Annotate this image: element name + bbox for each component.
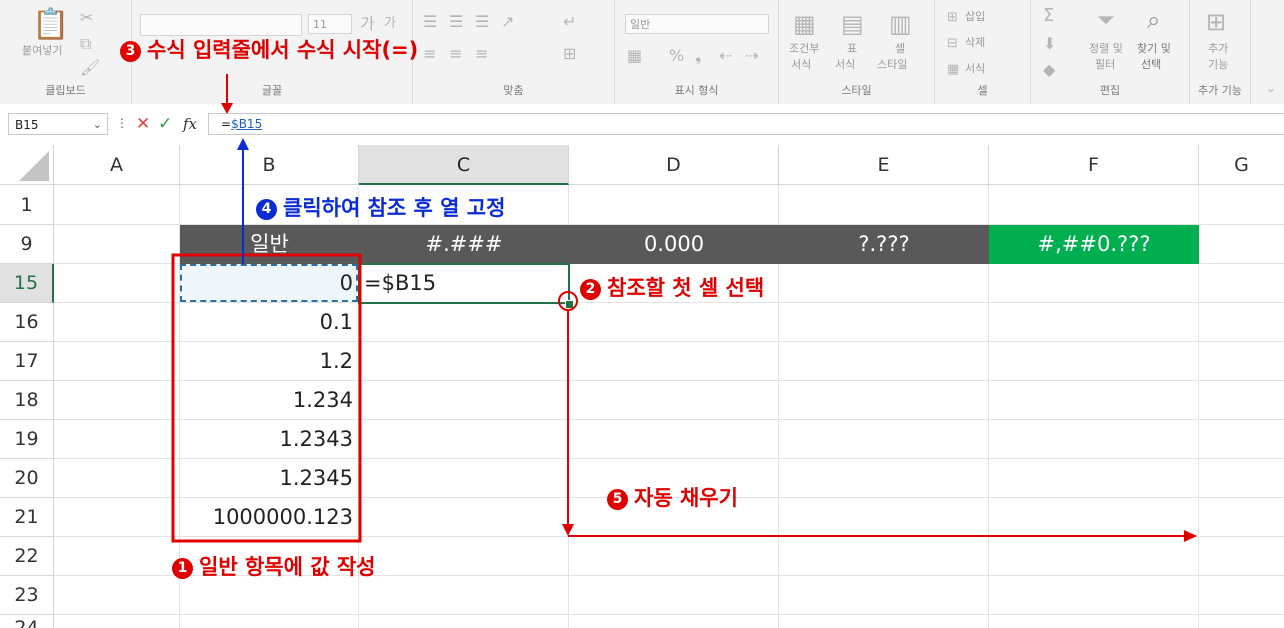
value-range-highlight (171, 253, 362, 543)
step5-text: 자동 채우기 (634, 486, 738, 510)
step4-badge: 4 (256, 199, 277, 220)
annotation-step4: 4 클릭하여 참조 후 열 고정 (256, 192, 505, 222)
annotation-step5: 5 자동 채우기 (607, 482, 738, 512)
step1-text: 일반 항목에 값 작성 (199, 555, 376, 579)
step1-badge: 1 (172, 558, 193, 579)
step5-badge: 5 (607, 489, 628, 510)
fill-handle-circle (558, 291, 578, 311)
step4-text: 클릭하여 참조 후 열 고정 (283, 196, 506, 220)
step2-badge: 2 (580, 279, 601, 300)
annotation-overlay (171, 74, 1197, 543)
annotation-step3: 3 수식 입력줄에서 수식 시작(=) (120, 34, 418, 64)
annotation-step2: 2 참조할 첫 셀 선택 (580, 272, 764, 302)
annotation-step1: 1 일반 항목에 값 작성 (172, 551, 376, 581)
step3-badge: 3 (120, 41, 141, 62)
step3-text: 수식 입력줄에서 수식 시작(=) (147, 38, 419, 62)
step2-text: 참조할 첫 셀 선택 (607, 276, 765, 300)
